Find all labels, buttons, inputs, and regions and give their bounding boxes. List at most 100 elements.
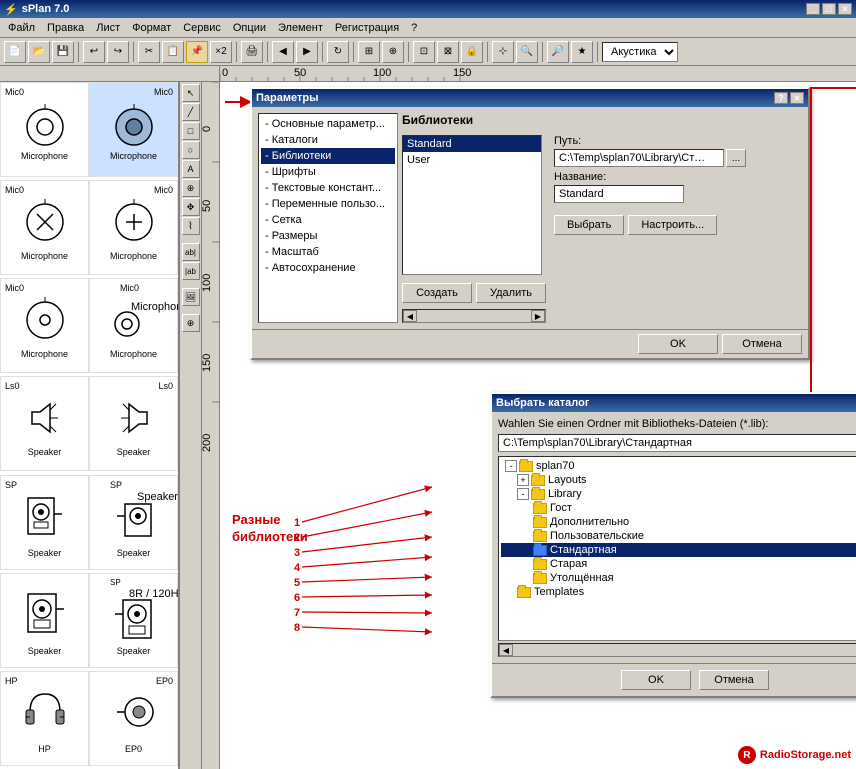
nav-libraries[interactable]: - Библиотеки [261, 148, 395, 164]
menu-element[interactable]: Элемент [272, 20, 329, 36]
nav-fonts[interactable]: - Шрифты [261, 164, 395, 180]
tree-dop[interactable]: Дополнительно [501, 515, 856, 529]
tb-grid[interactable]: ⊞ [358, 41, 380, 63]
tree-old[interactable]: Старая [501, 557, 856, 571]
expand-layouts[interactable]: + [517, 474, 529, 486]
tb-move-left[interactable]: ◀ [272, 41, 294, 63]
component-speaker-sq-right[interactable]: SP 8R / 120Hz Speaker [89, 573, 178, 668]
tool-ab2[interactable]: |ab [182, 262, 200, 280]
nav-catalogs[interactable]: - Каталоги [261, 132, 395, 148]
tool-move[interactable]: ✥ [182, 198, 200, 216]
tb-print[interactable]: 🖨 [241, 41, 263, 63]
folder-btn-cancel[interactable]: Отмена [699, 670, 769, 690]
tb-star[interactable]: ★ [571, 41, 593, 63]
tree-splan70[interactable]: - splan70 [501, 459, 856, 473]
component-speaker-box-right[interactable]: SP Speaker Speaker [89, 475, 178, 570]
close-btn[interactable]: × [838, 3, 852, 15]
tb-paste[interactable]: 📌 [186, 41, 208, 63]
nav-scale[interactable]: - Масштаб [261, 244, 395, 260]
dialog-help-btn[interactable]: ? [774, 92, 788, 104]
nav-text-const[interactable]: - Текстовые констант... [261, 180, 395, 196]
nav-autosave[interactable]: - Автосохранение [261, 260, 395, 276]
menu-service[interactable]: Сервис [177, 20, 227, 36]
component-speaker-left[interactable]: Ls0 Speaker [0, 376, 89, 471]
maximize-btn[interactable]: □ [822, 3, 836, 15]
component-mic-cross[interactable]: Mic0 Microphone [0, 180, 89, 275]
component-mic-circle[interactable]: Mic0 Microphone [0, 82, 89, 177]
tool-image[interactable]: 🖼 [182, 288, 200, 306]
tool-ab1[interactable]: ab| [182, 243, 200, 261]
component-speaker-right[interactable]: Ls0 Speaker [89, 376, 178, 471]
nav-grid[interactable]: - Сетка [261, 212, 395, 228]
menu-file[interactable]: Файл [2, 20, 41, 36]
tb-refresh[interactable]: ↻ [327, 41, 349, 63]
category-dropdown[interactable]: Акустика [602, 42, 678, 62]
tb-move-right[interactable]: ▶ [296, 41, 318, 63]
tb-save[interactable]: 💾 [52, 41, 74, 63]
nav-basic[interactable]: - Основные параметр... [261, 116, 395, 132]
tb-zoom-in[interactable]: ⊕ [382, 41, 404, 63]
scroll-left[interactable]: ◀ [403, 310, 417, 322]
tb-select[interactable]: ⊹ [492, 41, 514, 63]
component-mic-label[interactable]: Mic0 Microphone Microphone [89, 278, 178, 373]
browse-btn[interactable]: ... [726, 149, 746, 167]
component-mic-small[interactable]: Mic0 Microphone [0, 278, 89, 373]
menu-register[interactable]: Регистрация [329, 20, 405, 36]
btn-select[interactable]: Выбрать [554, 215, 624, 235]
component-ep[interactable]: EP0 EP0 [89, 671, 178, 766]
tool-cursor[interactable]: ⊕ [182, 179, 200, 197]
tb-copy2[interactable]: ⊡ [413, 41, 435, 63]
tool-rect[interactable]: □ [182, 122, 200, 140]
name-input[interactable] [554, 185, 684, 203]
expand-splan70[interactable]: - [505, 460, 517, 472]
tb-new[interactable]: 📄 [4, 41, 26, 63]
lib-item-standard[interactable]: Standard [403, 136, 541, 152]
nav-user-vars[interactable]: - Переменные пользо... [261, 196, 395, 212]
tool-circle[interactable]: ○ [182, 141, 200, 159]
folder-btn-ok[interactable]: OK [621, 670, 691, 690]
tb-paste2[interactable]: ⊠ [437, 41, 459, 63]
tb-zoom[interactable]: 🔎 [547, 41, 569, 63]
tree-library[interactable]: - Library [501, 487, 856, 501]
btn-configure[interactable]: Настроить... [628, 215, 717, 235]
menu-edit[interactable]: Правка [41, 20, 90, 36]
menu-sheet[interactable]: Лист [90, 20, 126, 36]
expand-library[interactable]: - [517, 488, 529, 500]
tool-wire[interactable]: ╱ [182, 103, 200, 121]
nav-sizes[interactable]: - Размеры [261, 228, 395, 244]
folder-scroll-left[interactable]: ◀ [499, 644, 513, 656]
menu-help[interactable]: ? [405, 20, 423, 36]
lib-item-user[interactable]: User [403, 152, 541, 168]
tb-undo[interactable]: ↩ [83, 41, 105, 63]
scroll-right[interactable]: ▶ [531, 310, 545, 322]
component-headphone[interactable]: HP HP [0, 671, 89, 766]
minimize-btn[interactable]: _ [806, 3, 820, 15]
component-mic-plus[interactable]: Mic0 Microphone [89, 180, 178, 275]
tree-thick[interactable]: Утолщённая [501, 571, 856, 585]
tb-cut[interactable]: ✂ [138, 41, 160, 63]
tree-templates[interactable]: Templates [501, 585, 856, 599]
tree-standard[interactable]: Стандартная [501, 543, 856, 557]
tree-gost[interactable]: Гост [501, 501, 856, 515]
component-speaker-sq-left[interactable]: Speaker [0, 573, 89, 668]
component-mic-filled[interactable]: Mic0 Microphone [89, 82, 178, 177]
menu-format[interactable]: Формат [126, 20, 177, 36]
tb-find[interactable]: 🔍 [516, 41, 538, 63]
btn-delete[interactable]: Удалить [476, 283, 546, 303]
tb-redo[interactable]: ↪ [107, 41, 129, 63]
lib-scrollbar-h[interactable]: ◀ ▶ [402, 309, 546, 323]
tb-lock[interactable]: 🔒 [461, 41, 483, 63]
tb-open[interactable]: 📂 [28, 41, 50, 63]
tb-copy[interactable]: 📋 [162, 41, 184, 63]
btn-cancel[interactable]: Отмена [722, 334, 802, 354]
menu-options[interactable]: Опции [227, 20, 272, 36]
folder-tree[interactable]: - splan70 + Layouts - [498, 456, 856, 641]
library-list[interactable]: Standard User [402, 135, 542, 275]
btn-create[interactable]: Создать [402, 283, 472, 303]
btn-ok[interactable]: OK [638, 334, 718, 354]
tool-line[interactable]: ⌇ [182, 217, 200, 235]
tb-x2[interactable]: ×2 [210, 41, 232, 63]
tool-text[interactable]: A [182, 160, 200, 178]
tree-layouts[interactable]: + Layouts [501, 473, 856, 487]
tool-select[interactable]: ↖ [182, 84, 200, 102]
